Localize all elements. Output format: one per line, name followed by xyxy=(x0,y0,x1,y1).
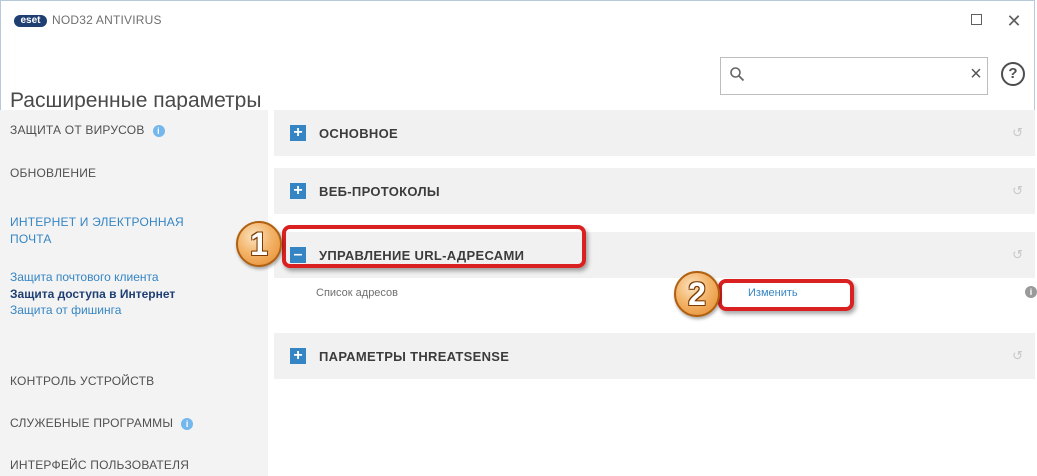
app-name: NOD32 ANTIVIRUS xyxy=(52,13,162,27)
info-icon[interactable]: i xyxy=(152,124,165,137)
close-button[interactable]: ✕ xyxy=(1004,12,1024,30)
sidebar-subitem-email-client[interactable]: Защита почтового клиента xyxy=(10,270,159,284)
maximize-icon xyxy=(970,14,982,25)
expand-icon: + xyxy=(290,348,306,364)
setting-row-address-list: Список адресов Изменить i xyxy=(274,280,1037,312)
highlight-frame-1 xyxy=(282,225,586,268)
search-icon xyxy=(730,67,745,82)
step-marker-2: 2 xyxy=(674,271,720,317)
setting-label: Список адресов xyxy=(316,287,399,299)
sidebar-item-label: ИНТЕРФЕЙС ПОЛЬЗОВАТЕЛЯ xyxy=(10,458,190,472)
sidebar-item-label: КОНТРОЛЬ УСТРОЙСТВ xyxy=(10,374,155,388)
section-label: ОСНОВНОЕ xyxy=(319,126,398,141)
maximize-button[interactable] xyxy=(966,12,986,30)
revert-icon[interactable]: ↺ xyxy=(1012,348,1023,364)
section-basic[interactable]: + ОСНОВНОЕ ↺ xyxy=(274,110,1035,156)
section-label: ПАРАМЕТРЫ THREATSENSE xyxy=(319,349,510,364)
help-icon[interactable]: ? xyxy=(1001,62,1025,86)
info-icon[interactable]: i xyxy=(181,417,194,430)
sidebar-item-label: ОБНОВЛЕНИЕ xyxy=(10,166,97,180)
sidebar-item-antivirus[interactable]: ЗАЩИТА ОТ ВИРУСОВ i xyxy=(10,123,165,137)
sidebar-subitem-web-access[interactable]: Защита доступа в Интернет xyxy=(10,287,175,301)
info-icon[interactable]: i xyxy=(1025,286,1037,298)
title-bar: eset NOD32 ANTIVIRUS ✕ xyxy=(0,0,1037,40)
section-web-protocols[interactable]: + ВЕБ-ПРОТОКОЛЫ ↺ xyxy=(274,168,1035,214)
sidebar-item-tools[interactable]: СЛУЖЕБНЫЕ ПРОГРАММЫ i xyxy=(10,416,194,430)
sidebar-item-label: ЗАЩИТА ОТ ВИРУСОВ xyxy=(10,123,145,137)
sidebar: ЗАЩИТА ОТ ВИРУСОВ i ОБНОВЛЕНИЕ ИНТЕРНЕТ И… xyxy=(0,110,268,476)
sidebar-item-update[interactable]: ОБНОВЛЕНИЕ xyxy=(10,166,96,180)
sidebar-item-web-and-email[interactable]: ИНТЕРНЕТ И ЭЛЕКТРОННАЯ ПОЧТА xyxy=(10,214,184,248)
content-panel: + ОСНОВНОЕ ↺ + ВЕБ-ПРОТОКОЛЫ ↺ – УПРАВЛЕ… xyxy=(268,110,1037,476)
revert-icon[interactable]: ↺ xyxy=(1012,247,1023,263)
sidebar-item-device-control[interactable]: КОНТРОЛЬ УСТРОЙСТВ xyxy=(10,374,154,388)
step-marker-1: 1 xyxy=(236,221,282,267)
sidebar-item-label-line1: ИНТЕРНЕТ И ЭЛЕКТРОННАЯ xyxy=(10,215,184,229)
revert-icon[interactable]: ↺ xyxy=(1012,183,1023,199)
search-input[interactable] xyxy=(755,64,959,90)
expand-icon: + xyxy=(290,183,306,199)
search-box[interactable] xyxy=(720,57,988,95)
expand-icon: + xyxy=(290,125,306,141)
section-threatsense[interactable]: + ПАРАМЕТРЫ THREATSENSE ↺ xyxy=(274,333,1035,379)
clear-search-icon[interactable]: × xyxy=(968,64,984,84)
highlight-frame-2 xyxy=(718,279,854,311)
sidebar-subitem-antiphishing[interactable]: Защита от фишинга xyxy=(10,303,121,317)
sidebar-item-label-line2: ПОЧТА xyxy=(10,232,52,246)
revert-icon[interactable]: ↺ xyxy=(1012,125,1023,141)
sidebar-item-user-interface[interactable]: ИНТЕРФЕЙС ПОЛЬЗОВАТЕЛЯ xyxy=(10,458,189,472)
section-label: ВЕБ-ПРОТОКОЛЫ xyxy=(319,184,440,199)
sidebar-item-label: СЛУЖЕБНЫЕ ПРОГРАММЫ xyxy=(10,416,174,430)
eset-logo: eset xyxy=(14,15,47,27)
